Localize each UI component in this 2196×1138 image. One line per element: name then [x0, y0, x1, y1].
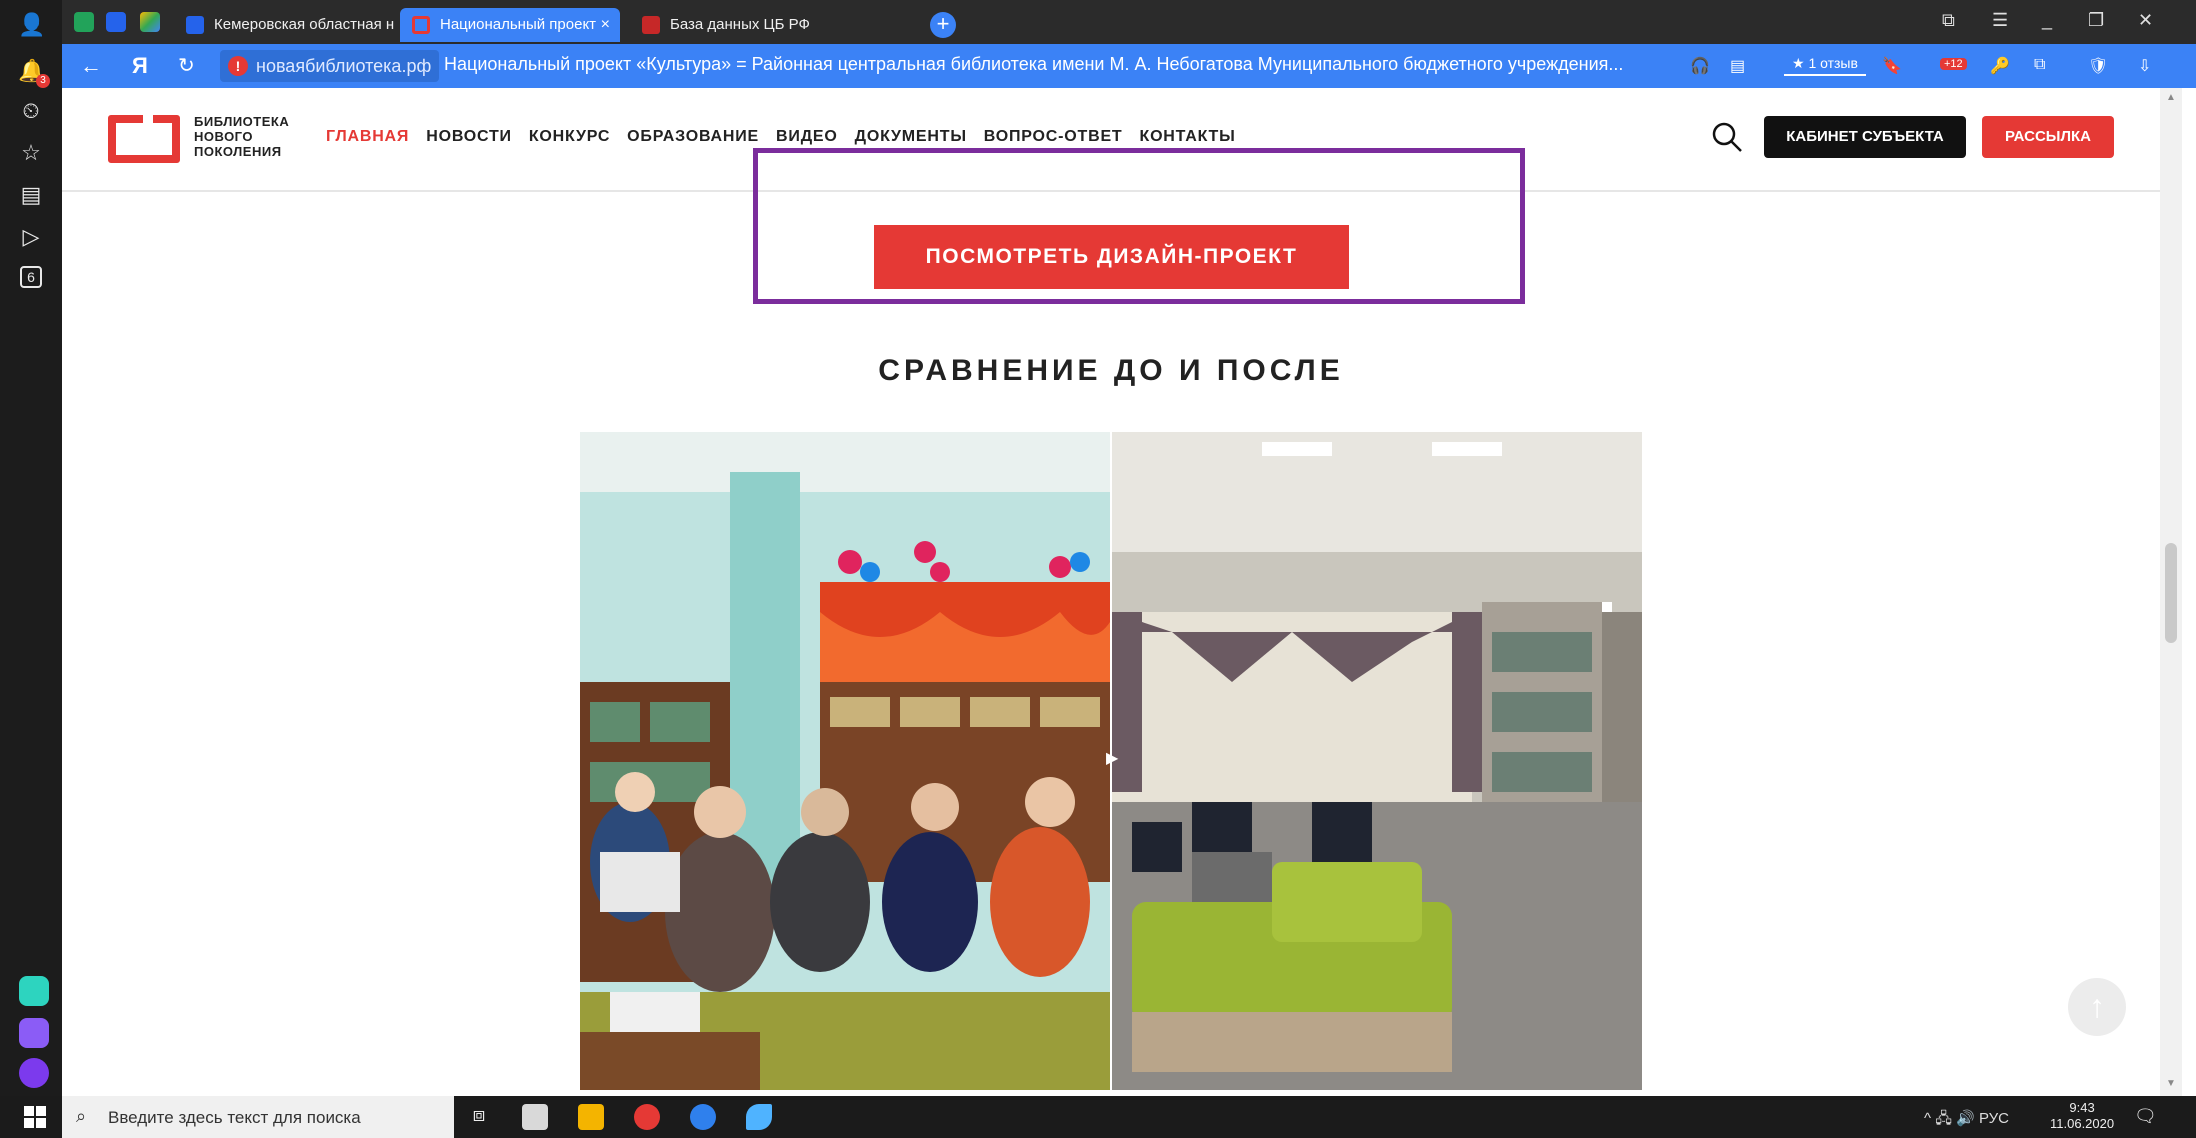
warning-icon[interactable]: ! — [228, 56, 248, 76]
scroll-down-icon[interactable]: ▼ — [2166, 1078, 2176, 1089]
nav-video[interactable]: ВИДЕО — [776, 128, 838, 146]
bookmark-icon[interactable]: 🔖 — [1882, 56, 1902, 76]
url-host-text: новаябиблиотека.рф — [256, 56, 432, 76]
tab-label: База данных ЦБ РФ — [670, 16, 810, 33]
logo-book-icon[interactable] — [108, 115, 180, 163]
system-tray[interactable]: ^ 🖧 🔊 РУС — [1924, 1108, 2009, 1133]
view-design-project-button[interactable]: ПОСМОТРЕТЬ ДИЗАЙН-ПРОЕКТ — [874, 225, 1349, 289]
video-icon[interactable]: ▷ — [18, 224, 44, 250]
history-icon[interactable]: ⏲ — [18, 98, 44, 124]
search-icon: ⌕ — [76, 1106, 87, 1126]
restore-icon[interactable]: ❐ — [2088, 10, 2104, 31]
pinned-tab-drive-icon[interactable] — [140, 12, 160, 32]
new-tab-button[interactable]: + — [930, 12, 956, 38]
messenger-app-icon[interactable] — [19, 976, 49, 1006]
windows-taskbar: ⌕ Введите здесь текст для поиска ⧈ ^ 🖧 🔊… — [0, 1096, 2196, 1138]
site-logo-text[interactable]: БИБЛИОТЕКА НОВОГО ПОКОЛЕНИЯ — [194, 114, 304, 159]
taskbar-search-box[interactable]: ⌕ Введите здесь текст для поиска — [62, 1096, 454, 1138]
extensions-icon[interactable]: ⧉ — [2034, 56, 2045, 74]
nav-news[interactable]: НОВОСТИ — [426, 128, 512, 146]
assistant-app-icon[interactable] — [19, 1018, 49, 1048]
search-placeholder: Введите здесь текст для поиска — [108, 1108, 361, 1127]
search-icon[interactable] — [1710, 120, 1744, 154]
extension-badge[interactable]: +12 — [1940, 58, 1967, 70]
clock-time: 9:43 — [2069, 1100, 2095, 1115]
before-photo[interactable] — [580, 432, 1110, 1090]
nav-education[interactable]: ОБРАЗОВАНИЕ — [627, 128, 759, 146]
bookmarks-icon[interactable]: ☆ — [18, 140, 44, 166]
page-scrollbar[interactable]: ▲ ▼ — [2160, 88, 2182, 1096]
tab-label: Кемеровская областная н — [214, 16, 395, 33]
nav-faq[interactable]: ВОПРОС-ОТВЕТ — [984, 128, 1123, 146]
windows-start-icon[interactable] — [24, 1106, 46, 1128]
action-center-icon[interactable]: 🗨 — [2134, 1106, 2157, 1127]
tab-cbr-database[interactable]: База данных ЦБ РФ — [630, 8, 900, 42]
tab-manager-icon[interactable]: ⧉ — [1942, 10, 1955, 31]
reader-icon[interactable]: ▤ — [1730, 56, 1745, 76]
file-explorer-icon[interactable] — [578, 1104, 604, 1130]
nav-contacts[interactable]: КОНТАКТЫ — [1140, 128, 1236, 146]
calculator-icon[interactable] — [522, 1104, 548, 1130]
notifications-badge: 3 — [36, 74, 50, 88]
reviews-button[interactable]: ★ 1 отзыв — [1784, 53, 1866, 76]
close-tab-icon[interactable]: × — [601, 8, 610, 42]
key-icon[interactable]: 🔑 — [1990, 56, 2010, 76]
compare-heading: СРАВНЕНИЕ ДО И ПОСЛЕ — [878, 354, 1344, 387]
yandex-icon[interactable]: Я — [132, 53, 148, 79]
subject-cabinet-button[interactable]: КАБИНЕТ СУБЪЕКТА — [1764, 116, 1966, 158]
doc-icon — [186, 16, 204, 34]
url-field[interactable]: ! новаябиблиотека.рф — [220, 50, 440, 82]
scroll-thumb[interactable] — [2165, 543, 2177, 643]
tab-label: Национальный проект — [440, 16, 597, 33]
reload-icon[interactable]: ↻ — [178, 53, 195, 78]
page-title-in-address[interactable]: Национальный проект «Культура» = Районна… — [444, 54, 1684, 75]
tab-national-project[interactable]: Национальный проект × — [400, 8, 620, 42]
menu-icon[interactable]: ☰ — [1992, 10, 2008, 31]
protect-icon[interactable]: 🛡 — [2088, 56, 2108, 76]
main-nav: ГЛАВНАЯ НОВОСТИ КОНКУРС ОБРАЗОВАНИЕ ВИДЕ… — [326, 128, 1236, 146]
minimize-icon[interactable]: _ — [2042, 10, 2052, 31]
library-favicon — [412, 16, 430, 34]
scroll-to-top-button[interactable]: ↑ — [2068, 978, 2126, 1036]
tabs-count-icon[interactable]: 6 — [20, 266, 42, 288]
mailing-button[interactable]: РАССЫЛКА — [1982, 116, 2114, 158]
nav-home[interactable]: ГЛАВНАЯ — [326, 128, 409, 146]
scroll-up-icon[interactable]: ▲ — [2166, 92, 2176, 103]
pinned-tab-sheets-icon[interactable] — [74, 12, 94, 32]
nav-documents[interactable]: ДОКУМЕНТЫ — [855, 128, 967, 146]
profile-icon[interactable]: 👤 — [18, 12, 45, 38]
address-bar: ← Я ↻ ! новаябиблиотека.рф Национальный … — [62, 44, 2196, 88]
web-page: БИБЛИОТЕКА НОВОГО ПОКОЛЕНИЯ ГЛАВНАЯ НОВО… — [62, 88, 2160, 1096]
collections-icon[interactable]: ▤ — [18, 182, 44, 208]
alice-icon[interactable] — [19, 1058, 49, 1088]
pinned-tab-doc-icon[interactable] — [106, 12, 126, 32]
app-icon[interactable] — [746, 1104, 772, 1130]
clock[interactable]: 9:43 11.06.2020 — [2050, 1100, 2114, 1132]
downloads-icon[interactable]: ⇩ — [2138, 56, 2151, 76]
clock-date: 11.06.2020 — [2050, 1116, 2115, 1131]
close-window-icon[interactable]: ✕ — [2138, 10, 2153, 31]
mail-app-icon[interactable] — [690, 1104, 716, 1130]
task-view-icon[interactable]: ⧈ — [466, 1104, 492, 1130]
language-indicator[interactable]: РУС — [1979, 1110, 2009, 1127]
tab-strip: Кемеровская областная н Национальный про… — [62, 0, 2196, 44]
back-icon[interactable]: ← — [80, 53, 102, 79]
browser-sidebar: 👤 🔔 3 ⏲ ☆ ▤ ▷ 6 — [0, 0, 62, 1096]
after-photo[interactable] — [1112, 432, 1642, 1090]
headphones-icon[interactable]: 🎧 — [1690, 56, 1710, 76]
cbr-favicon — [642, 16, 660, 34]
yandex-browser-icon[interactable] — [634, 1104, 660, 1130]
nav-contest[interactable]: КОНКУРС — [529, 128, 610, 146]
compare-slider-handle[interactable]: ▶ — [1106, 748, 1120, 788]
